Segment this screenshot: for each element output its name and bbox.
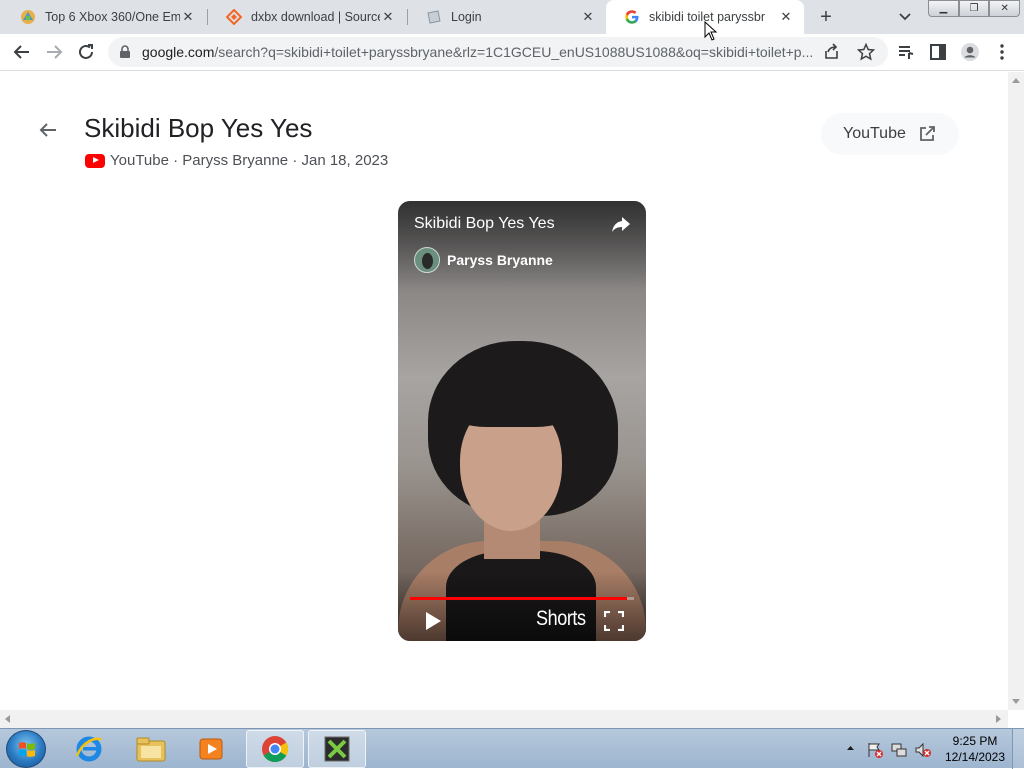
video-player[interactable]: Skibidi Bop Yes Yes Paryss Bryanne Short…: [398, 201, 646, 641]
mouse-cursor-icon: [704, 21, 718, 41]
open-external-icon: [919, 126, 935, 141]
address-bar[interactable]: google.com/search?q=skibidi+toilet+parys…: [108, 37, 888, 67]
minimize-button[interactable]: ▁: [928, 0, 959, 17]
start-button[interactable]: [6, 730, 46, 768]
restore-button[interactable]: ❐: [958, 0, 990, 17]
file-explorer-icon: [136, 737, 166, 762]
shorts-label[interactable]: Shorts: [536, 607, 586, 631]
vertical-scrollbar[interactable]: [1008, 72, 1024, 710]
tab-title: Top 6 Xbox 360/One Emu: [45, 10, 180, 24]
forward-button[interactable]: [40, 38, 68, 66]
video-meta-text: YouTube · Paryss Bryanne · Jan 18, 2023: [110, 152, 389, 169]
sourceforge-favicon: [226, 9, 242, 25]
taskbar-xbox-emulator[interactable]: [308, 730, 366, 768]
url-host: google.com: [142, 44, 215, 60]
url-text[interactable]: google.com/search?q=skibidi+toilet+parys…: [142, 44, 814, 60]
player-title[interactable]: Skibidi Bop Yes Yes: [414, 215, 555, 233]
star-icon: [857, 43, 875, 61]
close-icon[interactable]: ✕: [180, 9, 196, 25]
tab-title: dxbx download | SourceF: [251, 10, 380, 24]
xbox-emulator-icon: [324, 736, 350, 762]
fullscreen-icon[interactable]: [604, 611, 624, 631]
lock-icon[interactable]: [118, 45, 132, 59]
arrow-right-icon: [47, 45, 63, 59]
side-panel-icon: [930, 44, 946, 60]
back-to-results-button[interactable]: [36, 118, 60, 142]
chevron-up-icon[interactable]: [846, 745, 855, 751]
internet-explorer-icon: [75, 736, 102, 762]
show-desktop-button[interactable]: [1012, 729, 1024, 769]
tab-search-button[interactable]: [893, 5, 917, 29]
volume-muted-icon[interactable]: [914, 741, 932, 759]
reload-icon: [79, 44, 93, 59]
scroll-up-arrow[interactable]: [1012, 78, 1020, 83]
new-tab-button[interactable]: +: [814, 5, 838, 29]
video-title: Skibidi Bop Yes Yes: [84, 113, 313, 143]
media-queue-icon: [899, 46, 914, 59]
close-icon[interactable]: ✕: [380, 9, 396, 25]
clock-time: 9:25 PM: [952, 734, 998, 748]
profile-icon: [961, 43, 979, 61]
taskbar-media-player[interactable]: [182, 730, 240, 768]
side-panel-button[interactable]: [924, 38, 952, 66]
system-clock[interactable]: 9:25 PM 12/14/2023: [942, 733, 1008, 765]
network-icon[interactable]: [890, 741, 908, 759]
video-meta: YouTube · Paryss Bryanne · Jan 18, 2023: [85, 152, 388, 169]
share-icon[interactable]: [610, 213, 632, 235]
tab-strip: Top 6 Xbox 360/One Emu ✕ dxbx download |…: [0, 0, 1024, 34]
arrow-left-icon: [39, 123, 56, 137]
windows-taskbar: 9:25 PM 12/14/2023: [0, 728, 1024, 769]
emulator-favicon: [20, 9, 36, 25]
scroll-down-arrow[interactable]: [1012, 699, 1020, 704]
windows-logo-icon: [19, 742, 35, 757]
channel-avatar[interactable]: [414, 247, 440, 273]
share-icon: [825, 43, 838, 59]
video-progress-bar[interactable]: [410, 597, 634, 600]
player-channel[interactable]: Paryss Bryanne: [414, 247, 553, 273]
back-button[interactable]: [8, 38, 36, 66]
taskbar-internet-explorer[interactable]: [60, 730, 118, 768]
reload-button[interactable]: [72, 38, 100, 66]
menu-button[interactable]: [988, 38, 1016, 66]
media-player-icon: [199, 738, 223, 760]
google-favicon: [624, 9, 640, 25]
page-content: Skibidi Bop Yes Yes YouTube · Paryss Bry…: [0, 72, 1008, 710]
clock-date: 12/14/2023: [944, 750, 1006, 764]
scroll-right-arrow[interactable]: [996, 715, 1001, 723]
profile-button[interactable]: [956, 38, 984, 66]
video-progress-fill: [410, 597, 628, 600]
url-path: /search?q=skibidi+toilet+paryssbryane&rl…: [214, 44, 814, 60]
horizontal-scrollbar[interactable]: [0, 710, 1008, 728]
share-button[interactable]: [822, 42, 842, 62]
media-controls-button[interactable]: [892, 38, 920, 66]
page-favicon: [426, 9, 442, 25]
tab-xbox-emulators[interactable]: Top 6 Xbox 360/One Emu ✕: [2, 0, 206, 34]
youtube-icon: [85, 153, 105, 168]
browser-toolbar: google.com/search?q=skibidi+toilet+parys…: [0, 34, 1024, 71]
open-in-youtube-button[interactable]: YouTube: [821, 113, 959, 155]
close-icon[interactable]: ✕: [580, 9, 596, 25]
tab-login[interactable]: Login ✕: [408, 0, 606, 34]
taskbar-chrome[interactable]: [246, 730, 304, 768]
arrow-left-icon: [13, 45, 29, 59]
action-center-flag-icon[interactable]: [866, 741, 884, 759]
window-controls: ▁ ❐ ✕: [928, 0, 1021, 18]
scroll-left-arrow[interactable]: [5, 715, 10, 723]
player-channel-name: Paryss Bryanne: [447, 252, 553, 268]
chrome-icon: [262, 736, 289, 763]
play-icon[interactable]: [424, 611, 442, 631]
tab-title: Login: [451, 10, 482, 24]
chevron-down-icon: [899, 13, 911, 21]
close-window-button[interactable]: ✕: [989, 0, 1021, 17]
taskbar-file-explorer[interactable]: [122, 730, 180, 768]
video-frame: [450, 377, 572, 427]
more-vertical-icon: [1000, 44, 1004, 60]
close-icon[interactable]: ✕: [778, 9, 794, 25]
bookmark-star-button[interactable]: [856, 42, 876, 62]
open-in-youtube-label: YouTube: [843, 125, 906, 142]
tab-dxbx-sourceforge[interactable]: dxbx download | SourceF ✕: [208, 0, 406, 34]
